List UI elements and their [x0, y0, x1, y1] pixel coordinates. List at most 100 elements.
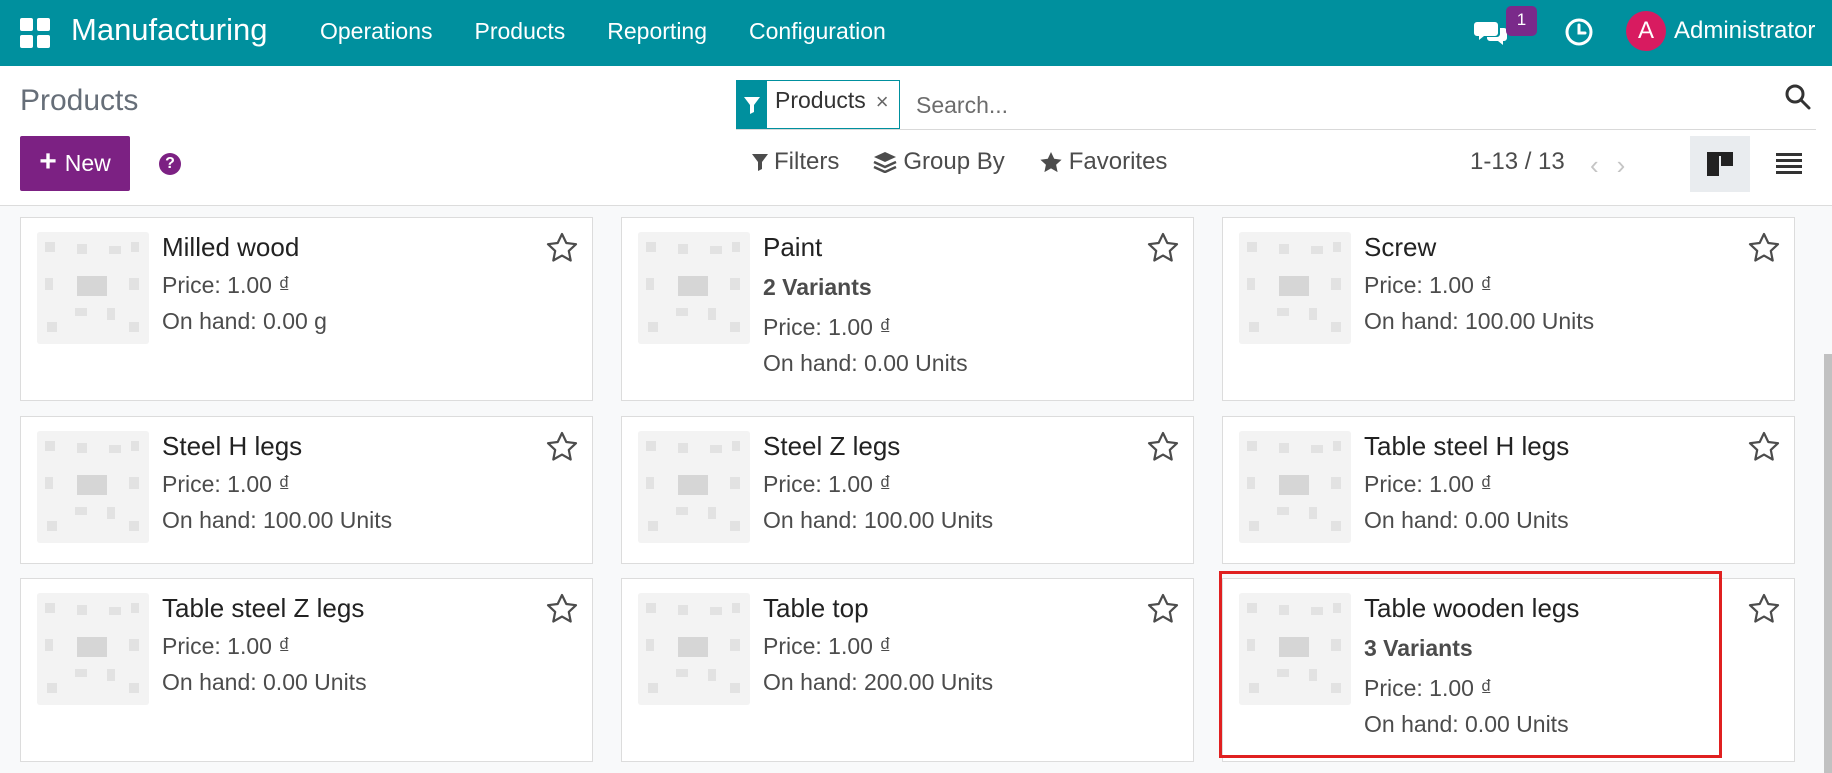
page-title: Products [20, 84, 139, 117]
product-card[interactable]: Table top Price: 1.00 ₫ On hand: 200.00 Un… [621, 578, 1194, 762]
group-by-button[interactable]: Group By [873, 148, 1005, 176]
favorite-star-icon[interactable] [1748, 232, 1780, 264]
favorite-star-icon[interactable] [1147, 431, 1179, 463]
product-name: Screw [1364, 232, 1437, 262]
search-bar: Products × [736, 80, 1816, 130]
product-name: Steel H legs [162, 431, 303, 461]
product-on-hand: On hand: 0.00 Units [162, 669, 367, 695]
product-name: Table top [763, 593, 869, 623]
list-icon [1776, 153, 1802, 174]
product-image [638, 431, 750, 543]
search-facet: Products × [736, 80, 900, 129]
product-price: Price: 1.00 ₫ [1364, 272, 1493, 298]
product-price: Price: 1.00 ₫ [162, 272, 291, 298]
new-button[interactable]: + New [20, 136, 130, 191]
product-card[interactable]: Table steel Z legs Price: 1.00 ₫ On hand: … [20, 578, 593, 762]
product-image [37, 431, 149, 543]
pager-value[interactable]: 1-13 / 13 [1470, 148, 1565, 176]
product-price: Price: 1.00 ₫ [763, 471, 892, 497]
star-icon [1040, 152, 1062, 173]
product-card[interactable]: Table steel H legs Price: 1.00 ₫ On hand: … [1222, 416, 1795, 564]
product-name: Table wooden legs [1364, 593, 1580, 623]
product-price: Price: 1.00 ₫ [1364, 675, 1493, 701]
product-price: Price: 1.00 ₫ [162, 633, 291, 659]
search-icon[interactable] [1784, 82, 1812, 112]
filters-label: Filters [774, 148, 840, 175]
pager-previous-button[interactable]: ‹ [1590, 150, 1599, 181]
filter-icon [752, 154, 768, 171]
top-navbar: Manufacturing Operations Products Report… [0, 0, 1832, 66]
plus-icon: + [39, 145, 57, 178]
favorite-star-icon[interactable] [1748, 431, 1780, 463]
product-on-hand: On hand: 100.00 Units [763, 507, 994, 533]
favorite-star-icon[interactable] [546, 593, 578, 625]
avatar[interactable]: A [1626, 11, 1666, 51]
product-image [1239, 593, 1351, 705]
kanban-icon [1707, 152, 1733, 176]
menu-reporting[interactable]: Reporting [607, 18, 707, 45]
product-card[interactable]: Table wooden legs 3 Variants Price: 1.00 ₫… [1222, 578, 1795, 762]
product-name: Paint [763, 232, 823, 262]
favorite-star-icon[interactable] [546, 232, 578, 264]
product-variants: 3 Variants [1364, 635, 1473, 661]
product-on-hand: On hand: 100.00 Units [1364, 308, 1595, 334]
search-options: Filters Group By Favorites [752, 148, 1201, 176]
product-price: Price: 1.00 ₫ [763, 633, 892, 659]
product-price: Price: 1.00 ₫ [763, 314, 892, 340]
scrollbar-thumb[interactable] [1824, 354, 1832, 773]
product-card[interactable]: Steel Z legs Price: 1.00 ₫ On hand: 100.00… [621, 416, 1194, 564]
scrollbar[interactable] [1824, 212, 1832, 773]
product-price: Price: 1.00 ₫ [1364, 471, 1493, 497]
product-name: Table steel H legs [1364, 431, 1570, 461]
product-card[interactable]: Steel H legs Price: 1.00 ₫ On hand: 100.00… [20, 416, 593, 564]
product-name: Table steel Z legs [162, 593, 365, 623]
search-input[interactable] [916, 88, 1736, 122]
product-card[interactable]: Screw Price: 1.00 ₫ On hand: 100.00 Units [1222, 217, 1795, 401]
product-card[interactable]: Milled wood Price: 1.00 ₫ On hand: 0.00 g [20, 217, 593, 401]
product-image [1239, 431, 1351, 543]
user-name[interactable]: Administrator [1674, 17, 1815, 45]
favorite-star-icon[interactable] [1748, 593, 1780, 625]
help-icon[interactable]: ? [159, 153, 181, 175]
favorite-star-icon[interactable] [546, 431, 578, 463]
kanban-view-button[interactable] [1690, 136, 1750, 192]
product-variants: 2 Variants [763, 274, 872, 300]
filter-icon [737, 81, 767, 128]
clock-icon[interactable] [1564, 17, 1594, 47]
product-card[interactable]: Paint 2 Variants Price: 1.00 ₫ On hand: 0.0… [621, 217, 1194, 401]
product-on-hand: On hand: 200.00 Units [763, 669, 994, 695]
facet-label: Products [775, 87, 866, 113]
group-by-label: Group By [903, 148, 1005, 175]
product-name: Steel Z legs [763, 431, 901, 461]
list-view-button[interactable] [1764, 136, 1814, 192]
product-name: Milled wood [162, 232, 300, 262]
facet-remove-button[interactable]: × [872, 81, 899, 128]
new-button-label: New [64, 150, 111, 176]
favorite-star-icon[interactable] [1147, 232, 1179, 264]
menu-products[interactable]: Products [475, 18, 566, 45]
favorite-star-icon[interactable] [1147, 593, 1179, 625]
product-image [638, 232, 750, 344]
product-on-hand: On hand: 0.00 Units [1364, 711, 1569, 737]
product-on-hand: On hand: 0.00 Units [763, 350, 968, 376]
favorites-button[interactable]: Favorites [1039, 148, 1168, 176]
product-image [638, 593, 750, 705]
filters-button[interactable]: Filters [752, 148, 839, 176]
product-on-hand: On hand: 0.00 g [162, 308, 327, 334]
chat-icon[interactable] [1474, 18, 1508, 48]
app-name[interactable]: Manufacturing [71, 12, 267, 48]
menu-configuration[interactable]: Configuration [749, 18, 886, 45]
product-on-hand: On hand: 100.00 Units [162, 507, 393, 533]
pager-next-button[interactable]: › [1617, 150, 1626, 181]
product-image [1239, 232, 1351, 344]
pager-controls: ‹ › [1590, 150, 1625, 181]
favorites-label: Favorites [1068, 148, 1168, 175]
menu-operations[interactable]: Operations [320, 18, 433, 45]
apps-menu-icon[interactable] [20, 18, 50, 48]
layers-icon [873, 152, 897, 173]
product-price: Price: 1.00 ₫ [162, 471, 291, 497]
product-on-hand: On hand: 0.00 Units [1364, 507, 1569, 533]
product-image [37, 593, 149, 705]
kanban-view: Milled wood Price: 1.00 ₫ On hand: 0.00 g P… [0, 206, 1832, 773]
main-menu: Operations Products Reporting Configurat… [320, 18, 928, 45]
